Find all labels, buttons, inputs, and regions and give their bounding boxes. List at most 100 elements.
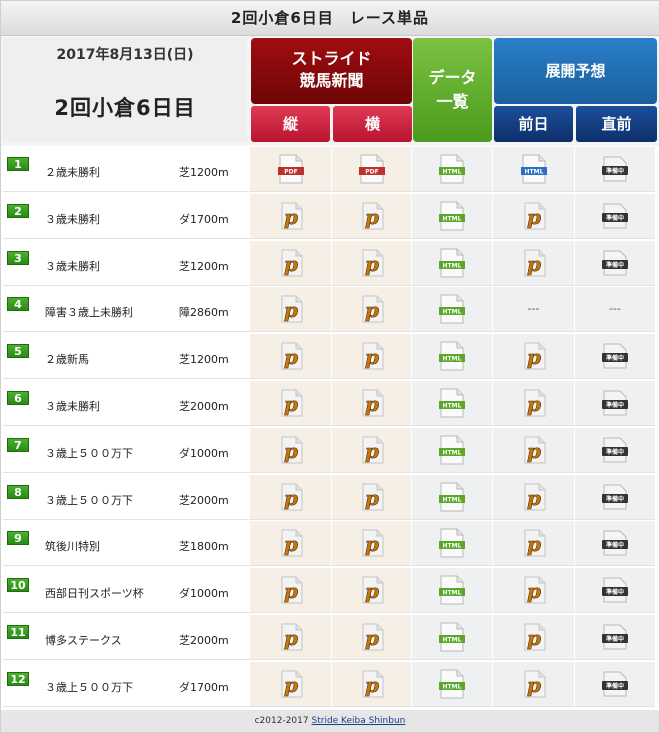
svg-text:p: p bbox=[365, 486, 379, 510]
data-html-icon[interactable]: HTML bbox=[411, 661, 492, 707]
svg-text:準備中: 準備中 bbox=[606, 682, 624, 690]
header-info: 2017年8月13日(日) 2回小倉6日目 bbox=[3, 38, 247, 142]
choku-preparing-icon[interactable]: 準備中 bbox=[574, 240, 655, 286]
race-number-badge: 5 bbox=[7, 344, 29, 359]
footer: c2012-2017 Stride Keiba Shinbun bbox=[1, 710, 659, 732]
zenjitsu-header: 前日 bbox=[494, 106, 573, 142]
choku-preparing-icon[interactable]: 準備中 bbox=[574, 521, 655, 567]
svg-text:HTML: HTML bbox=[443, 683, 462, 690]
svg-text:p: p bbox=[527, 532, 541, 556]
svg-text:HTML: HTML bbox=[443, 215, 462, 222]
tate-p-document-icon[interactable]: p bbox=[249, 381, 331, 426]
race-distance: ダ1000m bbox=[179, 446, 229, 460]
svg-text:HTML: HTML bbox=[443, 356, 462, 363]
zen-html-icon[interactable]: HTML bbox=[492, 147, 574, 192]
tate-p-document-icon[interactable]: p bbox=[249, 427, 331, 473]
stride-sublabel: 競馬新聞 bbox=[299, 71, 364, 90]
choku-preparing-icon[interactable]: 準備中 bbox=[574, 193, 655, 239]
data-html-icon[interactable]: HTML bbox=[411, 381, 492, 426]
data-html-icon[interactable]: HTML bbox=[411, 568, 492, 614]
yoko-p-document-icon[interactable]: p bbox=[331, 427, 411, 473]
data-html-icon[interactable]: HTML bbox=[411, 147, 492, 192]
yoko-p-document-icon[interactable]: p bbox=[331, 521, 411, 567]
tate-p-document-icon[interactable]: p bbox=[249, 334, 331, 380]
yoko-p-document-icon[interactable]: p bbox=[331, 568, 411, 614]
race-name: ３歳未勝利 bbox=[45, 259, 100, 273]
choku-preparing-icon[interactable]: 準備中 bbox=[574, 661, 655, 707]
tate-p-document-icon[interactable]: p bbox=[249, 474, 331, 520]
svg-text:HTML: HTML bbox=[443, 496, 462, 503]
tate-p-document-icon[interactable]: p bbox=[249, 240, 331, 286]
svg-text:p: p bbox=[365, 392, 379, 416]
race-row: 12 ３歳上５００万下 ダ1700m p p HTML p 準備中 bbox=[3, 661, 657, 707]
zen-p-document-icon[interactable]: p bbox=[492, 427, 574, 473]
race-info: 2 ３歳未勝利 ダ1700m bbox=[3, 193, 249, 239]
race-info: 11 博多ステークス 芝2000m bbox=[3, 615, 249, 660]
zen-p-document-icon[interactable]: p bbox=[492, 615, 574, 660]
yoko-p-document-icon[interactable]: p bbox=[331, 474, 411, 520]
tate-p-document-icon[interactable]: p bbox=[249, 193, 331, 239]
data-html-icon[interactable]: HTML bbox=[411, 240, 492, 286]
race-distance: 芝1800m bbox=[179, 540, 229, 554]
race-info: 5 ２歳新馬 芝1200m bbox=[3, 334, 249, 380]
yoko-p-document-icon[interactable]: p bbox=[331, 615, 411, 660]
zen-p-document-icon[interactable]: p bbox=[492, 661, 574, 707]
race-info: 6 ３歳未勝利 芝2000m bbox=[3, 381, 249, 426]
race-row: 4 障害３歳上未勝利 障2860m p p HTML --- --- bbox=[3, 287, 657, 333]
race-name: ３歳未勝利 bbox=[45, 400, 100, 413]
data-html-icon[interactable]: HTML bbox=[411, 521, 492, 567]
svg-text:準備中: 準備中 bbox=[606, 214, 624, 222]
zen-p-document-icon[interactable]: p bbox=[492, 521, 574, 567]
svg-text:p: p bbox=[284, 579, 298, 603]
svg-text:準備中: 準備中 bbox=[606, 167, 624, 175]
data-html-icon[interactable]: HTML bbox=[411, 615, 492, 660]
tate-p-document-icon[interactable]: p bbox=[249, 568, 331, 614]
race-name: ３歳未勝利 bbox=[45, 212, 100, 226]
choku-preparing-icon[interactable]: 準備中 bbox=[574, 474, 655, 520]
data-html-icon[interactable]: HTML bbox=[411, 427, 492, 473]
race-distance: ダ1000m bbox=[179, 587, 229, 601]
race-row: 6 ３歳未勝利 芝2000m p p HTML p 準備中 bbox=[3, 381, 657, 426]
choku-preparing-icon[interactable]: 準備中 bbox=[574, 334, 655, 380]
yoko-p-document-icon[interactable]: p bbox=[331, 661, 411, 707]
choku-preparing-icon[interactable]: 準備中 bbox=[574, 147, 655, 192]
yoko-p-document-icon[interactable]: p bbox=[331, 193, 411, 239]
svg-text:p: p bbox=[527, 626, 541, 650]
svg-text:HTML: HTML bbox=[443, 543, 462, 550]
race-distance: 芝1200m bbox=[179, 353, 229, 367]
yoko-p-document-icon[interactable]: p bbox=[331, 240, 411, 286]
tate-p-document-icon[interactable]: p bbox=[249, 615, 331, 660]
race-distance: 芝1200m bbox=[179, 166, 229, 179]
race-name: ３歳上５００万下 bbox=[45, 680, 133, 694]
race-name: 西部日刊スポーツ杯 bbox=[45, 587, 144, 601]
tate-p-document-icon[interactable]: p bbox=[249, 521, 331, 567]
yoko-p-document-icon[interactable]: p bbox=[331, 381, 411, 426]
footer-link[interactable]: Stride Keiba Shinbun bbox=[312, 716, 406, 726]
race-date: 2017年8月13日(日) bbox=[56, 47, 194, 63]
race-number-badge: 6 bbox=[7, 391, 29, 405]
zen-p-document-icon[interactable]: p bbox=[492, 474, 574, 520]
choku-preparing-icon[interactable]: 準備中 bbox=[574, 568, 655, 614]
zen-none: --- bbox=[492, 287, 574, 333]
tate-pdf-icon[interactable]: PDF bbox=[249, 147, 331, 192]
yoko-pdf-icon[interactable]: PDF bbox=[331, 147, 411, 192]
svg-text:p: p bbox=[365, 205, 379, 229]
race-info: 1 ２歳未勝利 芝1200m bbox=[3, 147, 249, 192]
choku-preparing-icon[interactable]: 準備中 bbox=[574, 381, 655, 426]
zen-p-document-icon[interactable]: p bbox=[492, 193, 574, 239]
tate-p-document-icon[interactable]: p bbox=[249, 661, 331, 707]
zen-p-document-icon[interactable]: p bbox=[492, 381, 574, 426]
choku-preparing-icon[interactable]: 準備中 bbox=[574, 427, 655, 473]
data-html-icon[interactable]: HTML bbox=[411, 287, 492, 333]
yoko-p-document-icon[interactable]: p bbox=[331, 287, 411, 333]
yoko-p-document-icon[interactable]: p bbox=[331, 334, 411, 380]
tate-p-document-icon[interactable]: p bbox=[249, 287, 331, 333]
zen-p-document-icon[interactable]: p bbox=[492, 568, 574, 614]
svg-text:HTML: HTML bbox=[443, 590, 462, 597]
zen-p-document-icon[interactable]: p bbox=[492, 240, 574, 286]
data-html-icon[interactable]: HTML bbox=[411, 193, 492, 239]
choku-preparing-icon[interactable]: 準備中 bbox=[574, 615, 655, 660]
data-html-icon[interactable]: HTML bbox=[411, 474, 492, 520]
zen-p-document-icon[interactable]: p bbox=[492, 334, 574, 380]
data-html-icon[interactable]: HTML bbox=[411, 334, 492, 380]
